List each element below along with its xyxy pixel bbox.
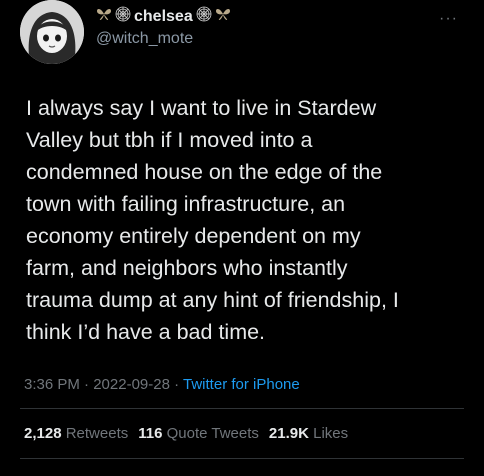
tweet-date[interactable]: 2022-09-28: [93, 376, 170, 393]
quotes-count: 116: [138, 425, 163, 442]
divider: [20, 408, 464, 409]
likes-label: Likes: [313, 425, 349, 442]
tweet-text: I always say I want to live in Stardew V…: [26, 96, 399, 344]
divider: [20, 458, 464, 459]
author-name-row[interactable]: chelsea: [96, 6, 231, 27]
tweet-source-link[interactable]: Twitter for iPhone: [183, 376, 300, 393]
author-handle[interactable]: @witch_mote: [96, 30, 193, 48]
retweets-stat[interactable]: 2,128 Retweets: [24, 425, 128, 442]
avatar[interactable]: [20, 0, 84, 64]
retweets-count: 2,128: [24, 425, 62, 442]
tweet-time[interactable]: 3:36 PM: [24, 376, 80, 393]
likes-stat[interactable]: 21.9K Likes: [269, 425, 348, 442]
quotes-stat[interactable]: 116 Quote Tweets: [138, 425, 259, 442]
quotes-label: Quote Tweets: [166, 425, 259, 442]
likes-count: 21.9K: [268, 425, 309, 442]
tweet: chelsea @witch_mote ··· I always say I w…: [0, 0, 484, 476]
spiderweb-icon: [115, 6, 131, 27]
butterfly-icon: [215, 7, 231, 26]
meta-separator: ·: [169, 376, 184, 393]
butterfly-icon: [96, 7, 112, 26]
more-options-icon[interactable]: ···: [439, 10, 458, 28]
tweet-meta: 3:36 PM · 2022-09-28 · Twitter for iPhon…: [24, 376, 300, 393]
spiderweb-icon: [196, 6, 212, 27]
meta-separator: ·: [79, 376, 94, 393]
display-name[interactable]: chelsea: [134, 8, 193, 26]
tweet-stats: 2,128 Retweets 116 Quote Tweets 21.9K Like…: [24, 425, 348, 442]
avatar-illustration: [20, 0, 84, 64]
retweets-label: Retweets: [65, 425, 129, 442]
